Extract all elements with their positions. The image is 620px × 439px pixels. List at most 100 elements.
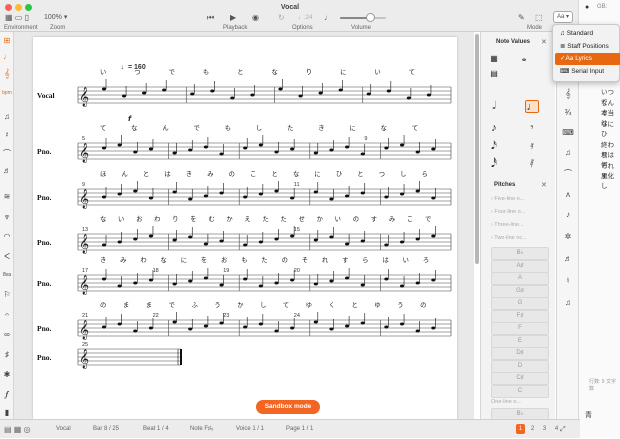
rest-tool-icon[interactable]: 𝄽 bbox=[0, 130, 14, 140]
sixteenth-rest-icon[interactable]: 𝄿 bbox=[525, 140, 539, 153]
layers-tool-icon[interactable]: ≋ bbox=[0, 192, 14, 201]
barline-tool-icon[interactable]: ▮ bbox=[0, 408, 14, 417]
beam-tool-icon[interactable]: ♬ bbox=[0, 166, 14, 175]
record-button[interactable]: ◉ bbox=[252, 13, 259, 22]
panel-close-icon[interactable]: ✕ bbox=[541, 38, 547, 46]
note-tool-icon[interactable]: ♫ bbox=[0, 112, 14, 121]
grid-view-icon[interactable]: ▦ bbox=[487, 52, 501, 65]
pitch-button[interactable]: C bbox=[491, 384, 549, 398]
loop-icon[interactable]: ↻ bbox=[278, 13, 285, 22]
status-bar-position[interactable]: Bar 8 / 25 bbox=[93, 420, 119, 439]
pedal-tool-icon[interactable]: ✱ bbox=[0, 370, 14, 379]
tuplet-icon[interactable]: ✲ bbox=[557, 232, 579, 241]
sixteenth-note-icon[interactable]: 𝅘𝅥𝅯 bbox=[487, 140, 501, 153]
lyric-line[interactable]: 風化し bbox=[601, 170, 620, 190]
pitch-button[interactable]: D♯ bbox=[491, 347, 549, 360]
eighth-rest-icon[interactable]: 𝄾 bbox=[525, 122, 539, 135]
page-button[interactable]: 2 bbox=[528, 424, 537, 434]
accent-tool-icon[interactable]: ⩔ bbox=[0, 212, 14, 222]
status-voice[interactable]: Voice 1 / 1 bbox=[236, 420, 264, 439]
octave-tool-icon[interactable]: 8va bbox=[0, 272, 14, 278]
thirtysecond-rest-icon[interactable]: 𝅀 bbox=[525, 158, 539, 171]
status-part[interactable]: Vocal bbox=[56, 420, 71, 439]
chord-icon[interactable]: ♫ bbox=[557, 148, 579, 157]
mode-menu-item[interactable]: ⌨ Serial Input bbox=[555, 66, 620, 78]
mode-button[interactable]: Aa ▾ bbox=[553, 11, 573, 23]
keyboard-icon[interactable]: ⌨ bbox=[557, 128, 579, 137]
pitch-tree-item[interactable]: › Two-line oc... bbox=[491, 235, 527, 241]
note-head bbox=[188, 279, 193, 283]
vertical-scrollbar[interactable] bbox=[475, 34, 479, 264]
tempo-value[interactable]: ♩:24 bbox=[298, 15, 312, 21]
quarter-tool-icon[interactable]: ♩ bbox=[0, 52, 14, 61]
pitch-button[interactable]: G♯ bbox=[491, 284, 549, 298]
pitch-button[interactable]: A♯ bbox=[491, 259, 549, 273]
note-head bbox=[290, 326, 295, 330]
page-button[interactable]: 1 bbox=[516, 424, 525, 434]
pitch-tree-item-bottom[interactable]: One-line o... bbox=[491, 399, 521, 405]
pitch-button[interactable]: D bbox=[491, 359, 549, 373]
note-head bbox=[278, 87, 283, 91]
note-head bbox=[360, 283, 365, 287]
pitch-button[interactable]: C♯ bbox=[491, 372, 549, 385]
rewind-button[interactable]: ⏮ bbox=[207, 13, 214, 23]
select-icon[interactable]: ⬚ bbox=[535, 13, 543, 22]
pitch-tree-item[interactable]: › Five-line o... bbox=[491, 196, 524, 202]
layout-icon[interactable]: ▤ ▦ ◎ bbox=[4, 420, 31, 439]
tempo-tool-icon[interactable]: bpm bbox=[0, 90, 14, 96]
thirtysecond-note-icon[interactable]: 𝅘𝅥𝅰 bbox=[487, 158, 501, 171]
quarter-note-button[interactable]: ♩ bbox=[525, 100, 539, 113]
time-signature-icon[interactable]: ¾ bbox=[557, 108, 579, 117]
play-button[interactable]: ▶ bbox=[230, 13, 236, 22]
pitch-button[interactable]: B♭ bbox=[491, 247, 549, 260]
volume-slider[interactable] bbox=[340, 13, 386, 22]
list-view-icon[interactable]: ▤ bbox=[487, 67, 501, 80]
metronome-icon[interactable]: ♩ bbox=[324, 13, 332, 22]
forte-tool-icon[interactable]: 𝆑 bbox=[0, 390, 14, 400]
status-note[interactable]: Note F♯₅ bbox=[190, 420, 213, 439]
mode-menu-item[interactable]: ✓Aa Lyrics bbox=[555, 53, 620, 65]
page-button[interactable]: 3 bbox=[540, 424, 549, 434]
pitch-button[interactable]: F bbox=[491, 322, 549, 335]
ornament-icon[interactable]: ♬ bbox=[557, 254, 579, 263]
eighth-note-icon[interactable]: ♪ bbox=[487, 122, 501, 135]
staff-tool-icon[interactable]: 𝄞 bbox=[0, 68, 14, 79]
articulation-icon[interactable]: ʌ bbox=[557, 190, 579, 199]
pitch-button[interactable]: G bbox=[491, 297, 549, 310]
repeat-tool-icon[interactable]: ∞ bbox=[0, 330, 14, 339]
github-icon[interactable]: ● bbox=[585, 4, 589, 11]
status-page[interactable]: Page 1 / 1 bbox=[286, 420, 313, 439]
triplet-icon[interactable]: ♫ bbox=[557, 298, 579, 307]
cursor-tool-icon[interactable]: ⊞ bbox=[0, 36, 14, 45]
pen-icon[interactable]: ✎ bbox=[518, 13, 525, 22]
pitch-tree-item[interactable]: › Four-line o... bbox=[491, 209, 525, 215]
fermata-tool-icon[interactable]: 𝄐 bbox=[0, 310, 14, 320]
status-beat[interactable]: Beat 1 / 4 bbox=[143, 420, 169, 439]
environment-icon[interactable]: ▦ ▭ ▯ bbox=[5, 13, 29, 22]
hairpin-tool-icon[interactable]: ᐸ bbox=[0, 252, 14, 261]
pitch-button[interactable]: A bbox=[491, 272, 549, 285]
zoom-select[interactable]: 100% ▾ bbox=[44, 13, 67, 21]
clef-icon[interactable]: 𝄞 bbox=[557, 88, 579, 99]
half-note-icon[interactable]: 𝅗𝅥 bbox=[487, 100, 501, 113]
pitches-close-icon[interactable]: ✕ bbox=[541, 181, 547, 189]
lyric-line[interactable]: なにひ bbox=[601, 118, 620, 138]
expand-icon[interactable]: ⤢ bbox=[560, 420, 566, 439]
marker-tool-icon[interactable]: ⚐ bbox=[0, 290, 14, 299]
sandbox-mode-badge[interactable]: Sandbox mode bbox=[256, 400, 320, 414]
pitch-button[interactable]: E bbox=[491, 334, 549, 348]
pitch-button[interactable]: F♯ bbox=[491, 309, 549, 323]
score-canvas[interactable]: ♩= 160 Vocal 𝄞 いつでもとなりにいて Pno. 𝄞 5 9 てなんでもしたきになて… bbox=[14, 32, 474, 419]
sharp-tool-icon[interactable]: ♯ bbox=[0, 350, 14, 359]
mode-menu-item[interactable]: ≣ Staff Positions bbox=[555, 41, 620, 53]
accidental-icon[interactable]: ♮ bbox=[557, 276, 579, 285]
tie-icon[interactable]: ⌒ bbox=[557, 168, 579, 179]
grace-note-icon[interactable]: ♪ bbox=[557, 210, 579, 219]
mode-menu-item[interactable]: ♫ Standard bbox=[555, 28, 620, 40]
note-head bbox=[117, 192, 122, 196]
whole-note-icon[interactable]: 𝅝 bbox=[517, 52, 531, 65]
slur-tool-icon[interactable]: ⌒ bbox=[0, 148, 14, 159]
dynamics-tool-icon[interactable]: ◠ bbox=[0, 232, 14, 241]
pitch-tree-item[interactable]: › Three-line... bbox=[491, 222, 524, 228]
volume-knob[interactable] bbox=[365, 13, 375, 22]
